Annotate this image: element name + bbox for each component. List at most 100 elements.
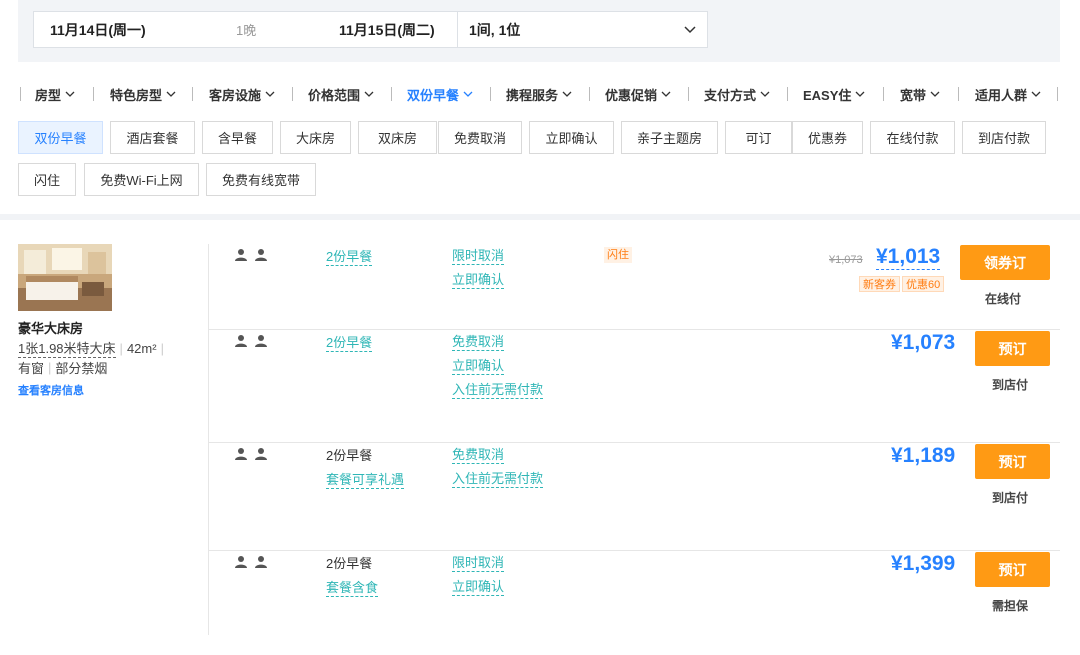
filter-5[interactable]: 携程服务 (506, 84, 573, 104)
check-out-date[interactable]: 11月15日(周二) (339, 20, 435, 40)
chevron-down-icon (657, 88, 672, 100)
filter-divider (391, 87, 392, 101)
room-info-link[interactable]: 查看客房信息 (18, 382, 84, 398)
promo-badge: 优惠60 (902, 276, 945, 292)
tag-6[interactable]: 立即确认 (529, 121, 614, 154)
tag-10[interactable]: 在线付款 (870, 121, 955, 154)
person-icon (254, 334, 268, 353)
tag-11[interactable]: 到店付款 (962, 121, 1046, 154)
filter-label: 客房设施 (209, 87, 262, 103)
filter-label: 价格范围 (308, 87, 361, 103)
room-bed[interactable]: 1张1.98米特大床 (18, 338, 116, 358)
policy-item[interactable]: 入住前无需付款 (452, 379, 544, 399)
tag-14[interactable]: 免费有线宽带 (206, 163, 316, 196)
breakfast-label: 2份早餐 (326, 556, 373, 571)
filter-6[interactable]: 优惠促销 (605, 84, 672, 104)
chevron-down-icon (926, 88, 941, 100)
book-button[interactable]: 预订 (975, 552, 1050, 587)
tag-7[interactable]: 亲子主题房 (621, 121, 718, 154)
person-icon (234, 555, 248, 574)
room-area: 42m² (126, 340, 157, 356)
filter-divider (20, 87, 21, 101)
tag-1[interactable]: 酒店套餐 (110, 121, 195, 154)
tag-9[interactable]: 优惠券 (792, 121, 863, 154)
filter-label: EASY住 (803, 87, 852, 103)
claim-coupon-book-button[interactable]: 领券订 (960, 245, 1050, 280)
rate-row: 2份早餐 限时取消 立即确认 闪住 ¥1,073 ¥1,013 新客券 优惠60 领券订 在线付 (209, 244, 1060, 330)
check-in-date[interactable]: 11月14日(周一) (50, 20, 146, 40)
breakfast-label: 2份早餐 (326, 448, 373, 463)
chevron-down-icon (851, 88, 866, 100)
chevron-down-icon (756, 88, 771, 100)
chevron-down-icon (558, 88, 573, 100)
filter-label: 优惠促销 (605, 87, 658, 103)
payment-method: 在线付 (985, 292, 1022, 306)
room-bed-area: 1张1.98米特大床 | 42m² | (18, 338, 168, 358)
package-benefit[interactable]: 套餐含食 (326, 577, 379, 597)
price: ¥1,073 (891, 331, 956, 354)
policy-item[interactable]: 立即确认 (452, 269, 505, 289)
policy-item[interactable]: 入住前无需付款 (452, 468, 544, 488)
guest-count (234, 248, 268, 267)
tag-0[interactable]: 双份早餐 (18, 121, 103, 154)
book-button[interactable]: 预订 (975, 444, 1050, 479)
tag-8[interactable]: 可订 (725, 121, 792, 154)
payment-method: 需担保 (992, 599, 1029, 613)
policy-item[interactable]: 立即确认 (452, 576, 505, 596)
room-smoking: 部分禁烟 (55, 361, 108, 376)
filter-3[interactable]: 价格范围 (308, 84, 375, 104)
person-icon (254, 248, 268, 267)
room-window-smoking: 有窗 | 部分禁烟 (18, 360, 108, 376)
tag-2[interactable]: 含早餐 (202, 121, 273, 154)
filter-2[interactable]: 客房设施 (209, 84, 276, 104)
price[interactable]: ¥1,013 (876, 245, 941, 270)
package-benefit[interactable]: 套餐可享礼遇 (326, 469, 405, 489)
filter-9[interactable]: 宽带 (900, 84, 941, 104)
guest-count (234, 334, 268, 353)
policy-item[interactable]: 免费取消 (452, 444, 505, 464)
breakfast-label[interactable]: 2份早餐 (326, 332, 373, 352)
tag-13[interactable]: 免费Wi-Fi上网 (84, 163, 199, 196)
rooms-guests-select[interactable]: 1间, 1位 (469, 20, 520, 40)
rate-row: 2份早餐 套餐可享礼遇 免费取消 入住前无需付款 ¥1,189 预订 到店付 (209, 443, 1060, 551)
person-icon (254, 555, 268, 574)
filter-divider (787, 87, 788, 101)
tag-3[interactable]: 大床房 (280, 121, 351, 154)
filter-8[interactable]: EASY住 (803, 84, 866, 104)
chevron-down-icon[interactable] (682, 21, 698, 37)
policy-item[interactable]: 限时取消 (452, 245, 505, 265)
book-button[interactable]: 预订 (975, 331, 1050, 366)
filter-divider (1057, 87, 1058, 101)
policy-item[interactable]: 免费取消 (452, 331, 505, 351)
section-divider (0, 214, 1080, 220)
filter-divider (292, 87, 293, 101)
filter-1[interactable]: 特色房型 (110, 84, 177, 104)
filter-4[interactable]: 双份早餐 (407, 84, 474, 104)
filter-divider (490, 87, 491, 101)
room-photo[interactable] (18, 244, 112, 311)
flash-stay-badge: 闪住 (604, 247, 632, 263)
rate-row: 2份早餐 免费取消 立即确认 入住前无需付款 ¥1,073 预订 到店付 (209, 330, 1060, 443)
filter-10[interactable]: 适用人群 (975, 84, 1042, 104)
chevron-down-icon (61, 88, 76, 100)
person-icon (254, 447, 268, 466)
filter-7[interactable]: 支付方式 (704, 84, 771, 104)
filter-0[interactable]: 房型 (35, 84, 76, 104)
promo-badge: 新客券 (859, 276, 900, 292)
chevron-down-icon (261, 88, 276, 100)
policy-item[interactable]: 立即确认 (452, 355, 505, 375)
policy-item[interactable]: 限时取消 (452, 552, 505, 572)
chevron-down-icon (459, 88, 474, 100)
rate-row: 2份早餐 套餐含食 限时取消 立即确认 ¥1,399 预订 需担保 (209, 551, 1060, 635)
tag-12[interactable]: 闪住 (18, 163, 76, 196)
tag-5[interactable]: 免费取消 (438, 121, 522, 154)
chevron-down-icon (1027, 88, 1042, 100)
tag-4[interactable]: 双床房 (358, 121, 437, 154)
person-icon (234, 334, 248, 353)
breakfast-label[interactable]: 2份早餐 (326, 246, 373, 266)
search-box[interactable]: 11月14日(周一) 1晚 11月15日(周二) 1间, 1位 (33, 11, 708, 48)
promo-badges: 新客券 优惠60 (859, 276, 945, 292)
filter-divider (688, 87, 689, 101)
person-icon (234, 447, 248, 466)
filter-label: 宽带 (900, 87, 927, 103)
